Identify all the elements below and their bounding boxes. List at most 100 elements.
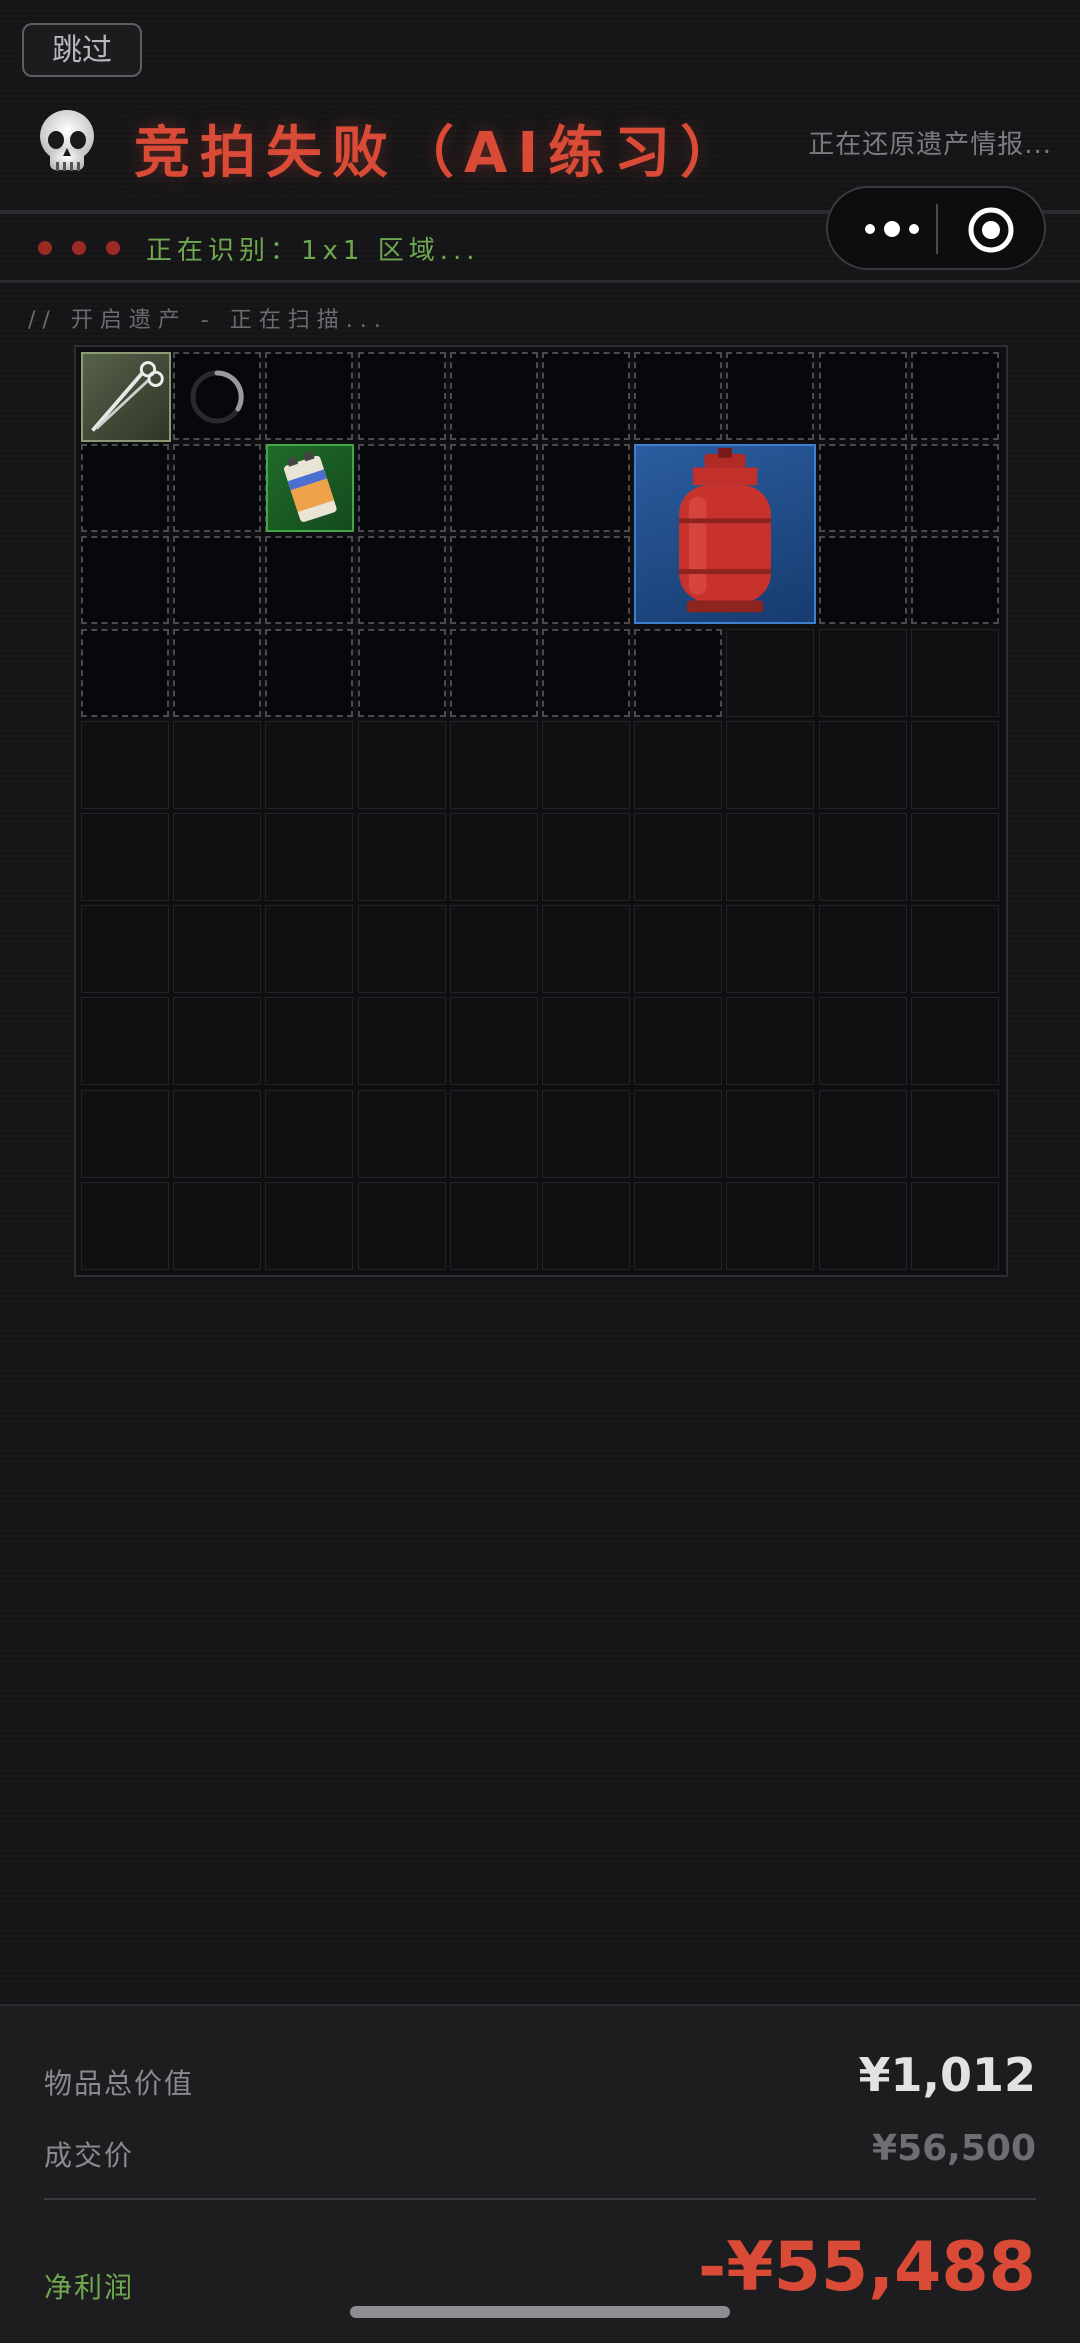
grid-cell[interactable] [450, 352, 538, 440]
grid-cell[interactable] [634, 813, 722, 901]
grid-cell[interactable] [265, 997, 353, 1085]
grid-cell[interactable] [173, 1090, 261, 1178]
grid-cell[interactable] [173, 444, 261, 532]
grid-cell[interactable] [911, 813, 999, 901]
grid-cell[interactable] [265, 536, 353, 624]
grid-cell[interactable] [81, 536, 169, 624]
grid-cell[interactable] [542, 1090, 630, 1178]
grid-cell[interactable] [358, 721, 446, 809]
grid-cell[interactable] [726, 1182, 814, 1270]
grid-cell[interactable] [450, 536, 538, 624]
grid-cell[interactable] [542, 905, 630, 993]
grid-cell[interactable] [542, 444, 630, 532]
grid-cell[interactable] [726, 997, 814, 1085]
grid-cell[interactable] [450, 813, 538, 901]
grid-cell[interactable] [81, 1090, 169, 1178]
grid-cell[interactable] [542, 813, 630, 901]
grid-cell[interactable] [819, 997, 907, 1085]
grid-cell[interactable] [81, 444, 169, 532]
grid-cell[interactable] [634, 1090, 722, 1178]
grid-cell[interactable] [81, 997, 169, 1085]
grid-cell[interactable] [726, 352, 814, 440]
grid-cell[interactable] [726, 721, 814, 809]
grid-cell[interactable] [726, 813, 814, 901]
grid-cell[interactable] [265, 905, 353, 993]
item-battery[interactable] [266, 444, 354, 532]
grid-cell[interactable] [450, 444, 538, 532]
grid-cell[interactable] [265, 721, 353, 809]
grid-cell[interactable] [911, 444, 999, 532]
grid-cell[interactable] [358, 1182, 446, 1270]
grid-cell[interactable] [726, 629, 814, 717]
grid-cell[interactable] [358, 997, 446, 1085]
grid-cell[interactable] [726, 1090, 814, 1178]
grid-cell[interactable] [81, 905, 169, 993]
grid-cell[interactable] [819, 536, 907, 624]
grid-cell[interactable] [819, 1182, 907, 1270]
grid-cell[interactable] [450, 629, 538, 717]
grid-cell[interactable] [911, 905, 999, 993]
grid-cell[interactable] [358, 629, 446, 717]
grid-cell[interactable] [819, 629, 907, 717]
grid-cell[interactable] [634, 997, 722, 1085]
skip-button[interactable]: 跳过 [22, 23, 142, 77]
grid-cell[interactable] [173, 629, 261, 717]
grid-cell[interactable] [542, 721, 630, 809]
grid-cell[interactable] [450, 721, 538, 809]
grid-cell[interactable] [911, 352, 999, 440]
grid-cell[interactable] [634, 721, 722, 809]
grid-cell[interactable] [634, 629, 722, 717]
grid-cell[interactable] [358, 536, 446, 624]
grid-cell[interactable] [450, 905, 538, 993]
grid-cell[interactable] [450, 997, 538, 1085]
grid-cell[interactable] [173, 721, 261, 809]
grid-cell[interactable] [542, 629, 630, 717]
grid-cell[interactable] [81, 1182, 169, 1270]
grid-cell[interactable] [173, 813, 261, 901]
grid-cell[interactable] [450, 1182, 538, 1270]
grid-cell[interactable] [265, 629, 353, 717]
more-icon[interactable] [858, 210, 938, 248]
grid-cell[interactable] [265, 352, 353, 440]
grid-cell[interactable] [911, 629, 999, 717]
grid-cell[interactable] [819, 444, 907, 532]
grid-cell[interactable] [634, 1182, 722, 1270]
grid-cell[interactable] [542, 536, 630, 624]
grid-cell[interactable] [173, 905, 261, 993]
grid-cell[interactable] [358, 444, 446, 532]
grid-cell[interactable] [358, 352, 446, 440]
grid-cell[interactable] [358, 813, 446, 901]
grid-cell[interactable] [173, 997, 261, 1085]
item-gas-tank[interactable] [634, 444, 816, 624]
grid-cell[interactable] [819, 1090, 907, 1178]
grid-cell[interactable] [81, 813, 169, 901]
grid-cell[interactable] [911, 997, 999, 1085]
grid-cell[interactable] [265, 813, 353, 901]
grid-cell[interactable] [358, 905, 446, 993]
home-indicator[interactable] [350, 2306, 730, 2318]
grid-cell[interactable] [81, 721, 169, 809]
close-target-icon[interactable] [966, 205, 1016, 255]
grid-cell[interactable] [911, 1090, 999, 1178]
grid-cell[interactable] [819, 352, 907, 440]
grid-cell[interactable] [726, 905, 814, 993]
grid-cell[interactable] [819, 813, 907, 901]
grid-cell[interactable] [265, 1090, 353, 1178]
grid-cell[interactable] [819, 905, 907, 993]
grid-cell[interactable] [173, 536, 261, 624]
grid-cell[interactable] [450, 1090, 538, 1178]
grid-cell[interactable] [173, 1182, 261, 1270]
grid-cell[interactable] [911, 721, 999, 809]
grid-cell[interactable] [542, 997, 630, 1085]
item-scissors[interactable] [81, 352, 171, 442]
grid-cell[interactable] [542, 352, 630, 440]
grid-cell[interactable] [911, 536, 999, 624]
grid-cell[interactable] [265, 1182, 353, 1270]
grid-cell[interactable] [634, 352, 722, 440]
grid-cell[interactable] [542, 1182, 630, 1270]
grid-cell[interactable] [819, 721, 907, 809]
grid-cell[interactable] [358, 1090, 446, 1178]
grid-cell[interactable] [911, 1182, 999, 1270]
grid-cell[interactable] [634, 905, 722, 993]
grid-cell[interactable] [81, 629, 169, 717]
